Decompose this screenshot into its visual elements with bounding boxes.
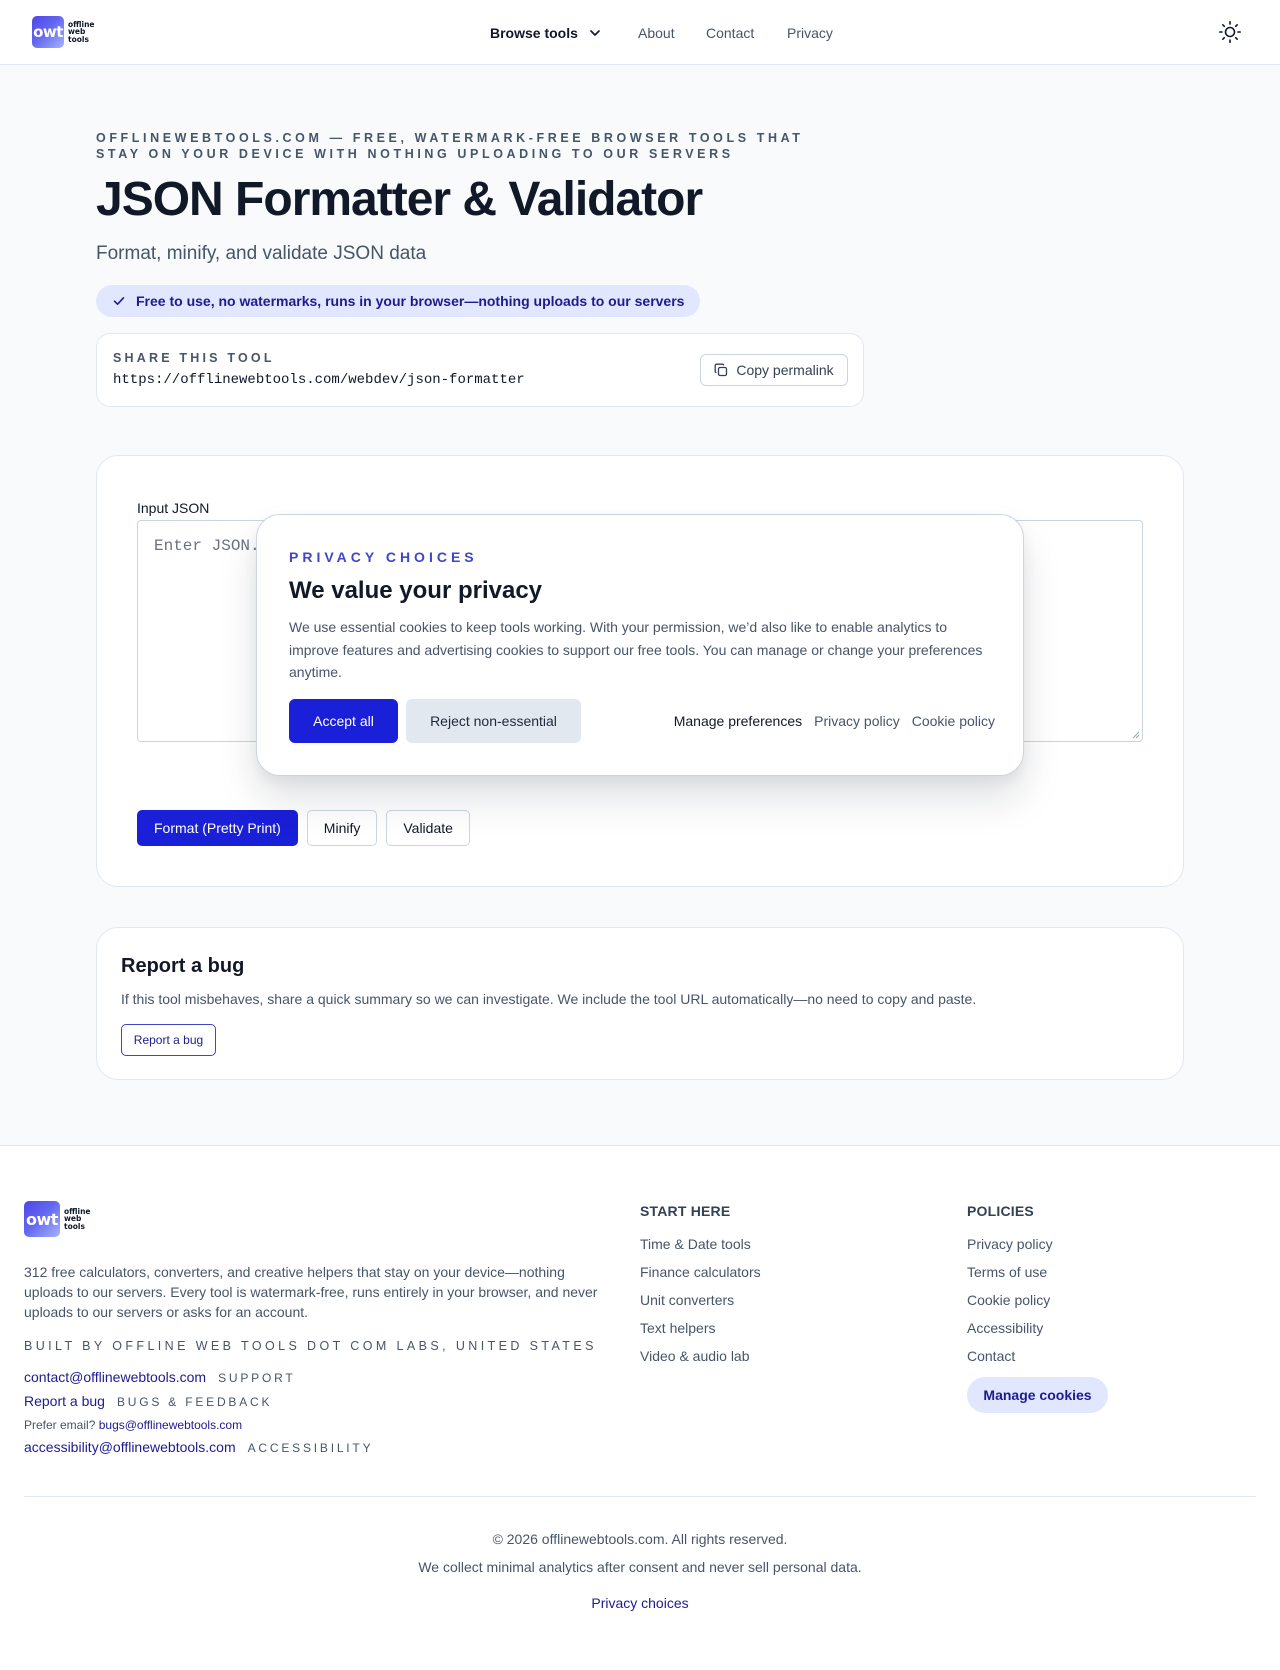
page-title: JSON Formatter & Validator xyxy=(96,173,703,226)
accept-all-button[interactable]: Accept all xyxy=(289,699,398,743)
footer-built-by: BUILT BY OFFLINE WEB TOOLS DOT COM LABS,… xyxy=(24,1339,597,1353)
nav-link-privacy[interactable]: Privacy xyxy=(787,0,833,65)
privacy-dialog-title: We value your privacy xyxy=(289,577,543,604)
footer-link-accessibility[interactable]: Accessibility xyxy=(967,1319,1053,1347)
site-logo[interactable]: owt offline web tools xyxy=(32,16,95,48)
footer-logo-mark: owt xyxy=(24,1201,60,1237)
manage-preferences-link[interactable]: Manage preferences xyxy=(674,713,802,729)
report-bug-text: If this tool misbehaves, share a quick s… xyxy=(121,991,977,1007)
sun-icon xyxy=(1218,20,1242,44)
site-tagline: OFFLINEWEBTOOLS.COM — FREE, WATERMARK-FR… xyxy=(96,131,804,161)
accessibility-tag: ACCESSIBILITY xyxy=(247,1441,374,1455)
copy-icon xyxy=(714,363,728,377)
privacy-choices-kicker: PRIVACY CHOICES xyxy=(289,549,478,565)
input-json-label: Input JSON xyxy=(137,500,210,516)
footer-link-finance[interactable]: Finance calculators xyxy=(640,1263,761,1291)
privacy-consent-dialog: PRIVACY CHOICES We value your privacy We… xyxy=(256,514,1024,776)
footer-link-contact[interactable]: Contact xyxy=(967,1347,1053,1375)
bugs-email-link[interactable]: bugs@offlinewebtools.com xyxy=(99,1418,242,1432)
page-subtitle: Format, minify, and validate JSON data xyxy=(96,243,427,264)
report-bug-button[interactable]: Report a bug xyxy=(121,1024,216,1056)
footer-link-unit-converters[interactable]: Unit converters xyxy=(640,1291,761,1319)
privacy-dialog-actions: Accept all Reject non-essential Manage p… xyxy=(289,699,995,743)
share-tool-label: SHARE THIS TOOL xyxy=(113,351,275,365)
accessibility-email-link[interactable]: accessibility@offlinewebtools.com xyxy=(24,1439,236,1455)
footer-description: 312 free calculators, converters, and cr… xyxy=(24,1264,598,1320)
share-tool-card: SHARE THIS TOOL https://offlinewebtools.… xyxy=(96,333,864,407)
copy-permalink-button[interactable]: Copy permalink xyxy=(700,354,848,386)
top-navigation-bar: owt offline web tools Browse tools About… xyxy=(0,0,1280,65)
minify-button[interactable]: Minify xyxy=(306,810,378,846)
footer-link-time-date[interactable]: Time & Date tools xyxy=(640,1235,761,1263)
check-icon xyxy=(113,297,125,305)
validate-button[interactable]: Validate xyxy=(386,810,470,846)
footer-copyright: © 2026 offlinewebtools.com. All rights r… xyxy=(492,1531,788,1547)
theme-toggle-button[interactable] xyxy=(1218,20,1242,44)
privacy-policy-link[interactable]: Privacy policy xyxy=(814,713,900,729)
support-tag: SUPPORT xyxy=(218,1371,296,1385)
policies-heading: POLICIES xyxy=(967,1203,1034,1219)
privacy-choices-link[interactable]: Privacy choices xyxy=(0,1595,1280,1611)
reject-non-essential-button[interactable]: Reject non-essential xyxy=(406,699,581,743)
manage-cookies-button[interactable]: Manage cookies xyxy=(967,1377,1108,1413)
free-tool-badge-text: Free to use, no watermarks, runs in your… xyxy=(136,293,685,309)
tool-action-buttons: Format (Pretty Print) Minify Validate xyxy=(137,810,470,846)
report-bug-title: Report a bug xyxy=(121,955,245,977)
logo-mark: owt xyxy=(32,16,64,48)
start-here-heading: START HERE xyxy=(640,1203,731,1219)
prefer-email-text: Prefer email? xyxy=(24,1418,96,1432)
chevron-down-icon xyxy=(590,29,600,36)
logo-wordmark: offline web tools xyxy=(68,19,95,44)
browse-tools-menu[interactable]: Browse tools xyxy=(490,0,602,65)
privacy-dialog-text: We use essential cookies to keep tools w… xyxy=(289,619,983,680)
browse-tools-label: Browse tools xyxy=(490,24,578,41)
prefer-email-line: Prefer email? bugs@offlinewebtools.com xyxy=(24,1418,242,1432)
copy-permalink-label: Copy permalink xyxy=(736,362,834,378)
site-footer: owt offline web tools 312 free calculato… xyxy=(0,1145,1280,1670)
policies-list: Privacy policy Terms of use Cookie polic… xyxy=(967,1235,1053,1375)
footer-link-cookie-policy[interactable]: Cookie policy xyxy=(967,1291,1053,1319)
footer-contact-bugs: Report a bug BUGS & FEEDBACK xyxy=(24,1393,272,1409)
footer-link-privacy-policy[interactable]: Privacy policy xyxy=(967,1235,1053,1263)
footer-report-bug-link[interactable]: Report a bug xyxy=(24,1393,105,1409)
bugs-feedback-tag: BUGS & FEEDBACK xyxy=(116,1395,273,1409)
free-tool-badge: Free to use, no watermarks, runs in your… xyxy=(96,285,701,317)
nav-link-contact[interactable]: Contact xyxy=(706,0,754,65)
report-bug-card: Report a bug If this tool misbehaves, sh… xyxy=(96,927,1184,1080)
start-here-list: Time & Date tools Finance calculators Un… xyxy=(640,1235,761,1375)
share-tool-url: https://offlinewebtools.com/webdev/json-… xyxy=(113,372,525,388)
footer-link-terms[interactable]: Terms of use xyxy=(967,1263,1053,1291)
format-button[interactable]: Format (Pretty Print) xyxy=(137,810,298,846)
privacy-dialog-links: Manage preferences Privacy policy Cookie… xyxy=(674,699,995,743)
footer-analytics-note: We collect minimal analytics after conse… xyxy=(418,1559,862,1575)
footer-divider xyxy=(24,1496,1256,1497)
footer-contact-accessibility: accessibility@offlinewebtools.com ACCESS… xyxy=(24,1439,373,1455)
nav-link-about[interactable]: About xyxy=(638,0,675,65)
footer-link-video-audio[interactable]: Video & audio lab xyxy=(640,1347,761,1375)
footer-logo[interactable]: owt offline web tools xyxy=(24,1201,91,1237)
footer-logo-wordmark: offline web tools xyxy=(64,1206,91,1231)
resize-handle-icon[interactable] xyxy=(1132,731,1140,739)
footer-link-text-helpers[interactable]: Text helpers xyxy=(640,1319,761,1347)
support-email-link[interactable]: contact@offlinewebtools.com xyxy=(24,1369,206,1385)
cookie-policy-link[interactable]: Cookie policy xyxy=(912,713,995,729)
footer-contact-support: contact@offlinewebtools.com SUPPORT xyxy=(24,1369,295,1385)
